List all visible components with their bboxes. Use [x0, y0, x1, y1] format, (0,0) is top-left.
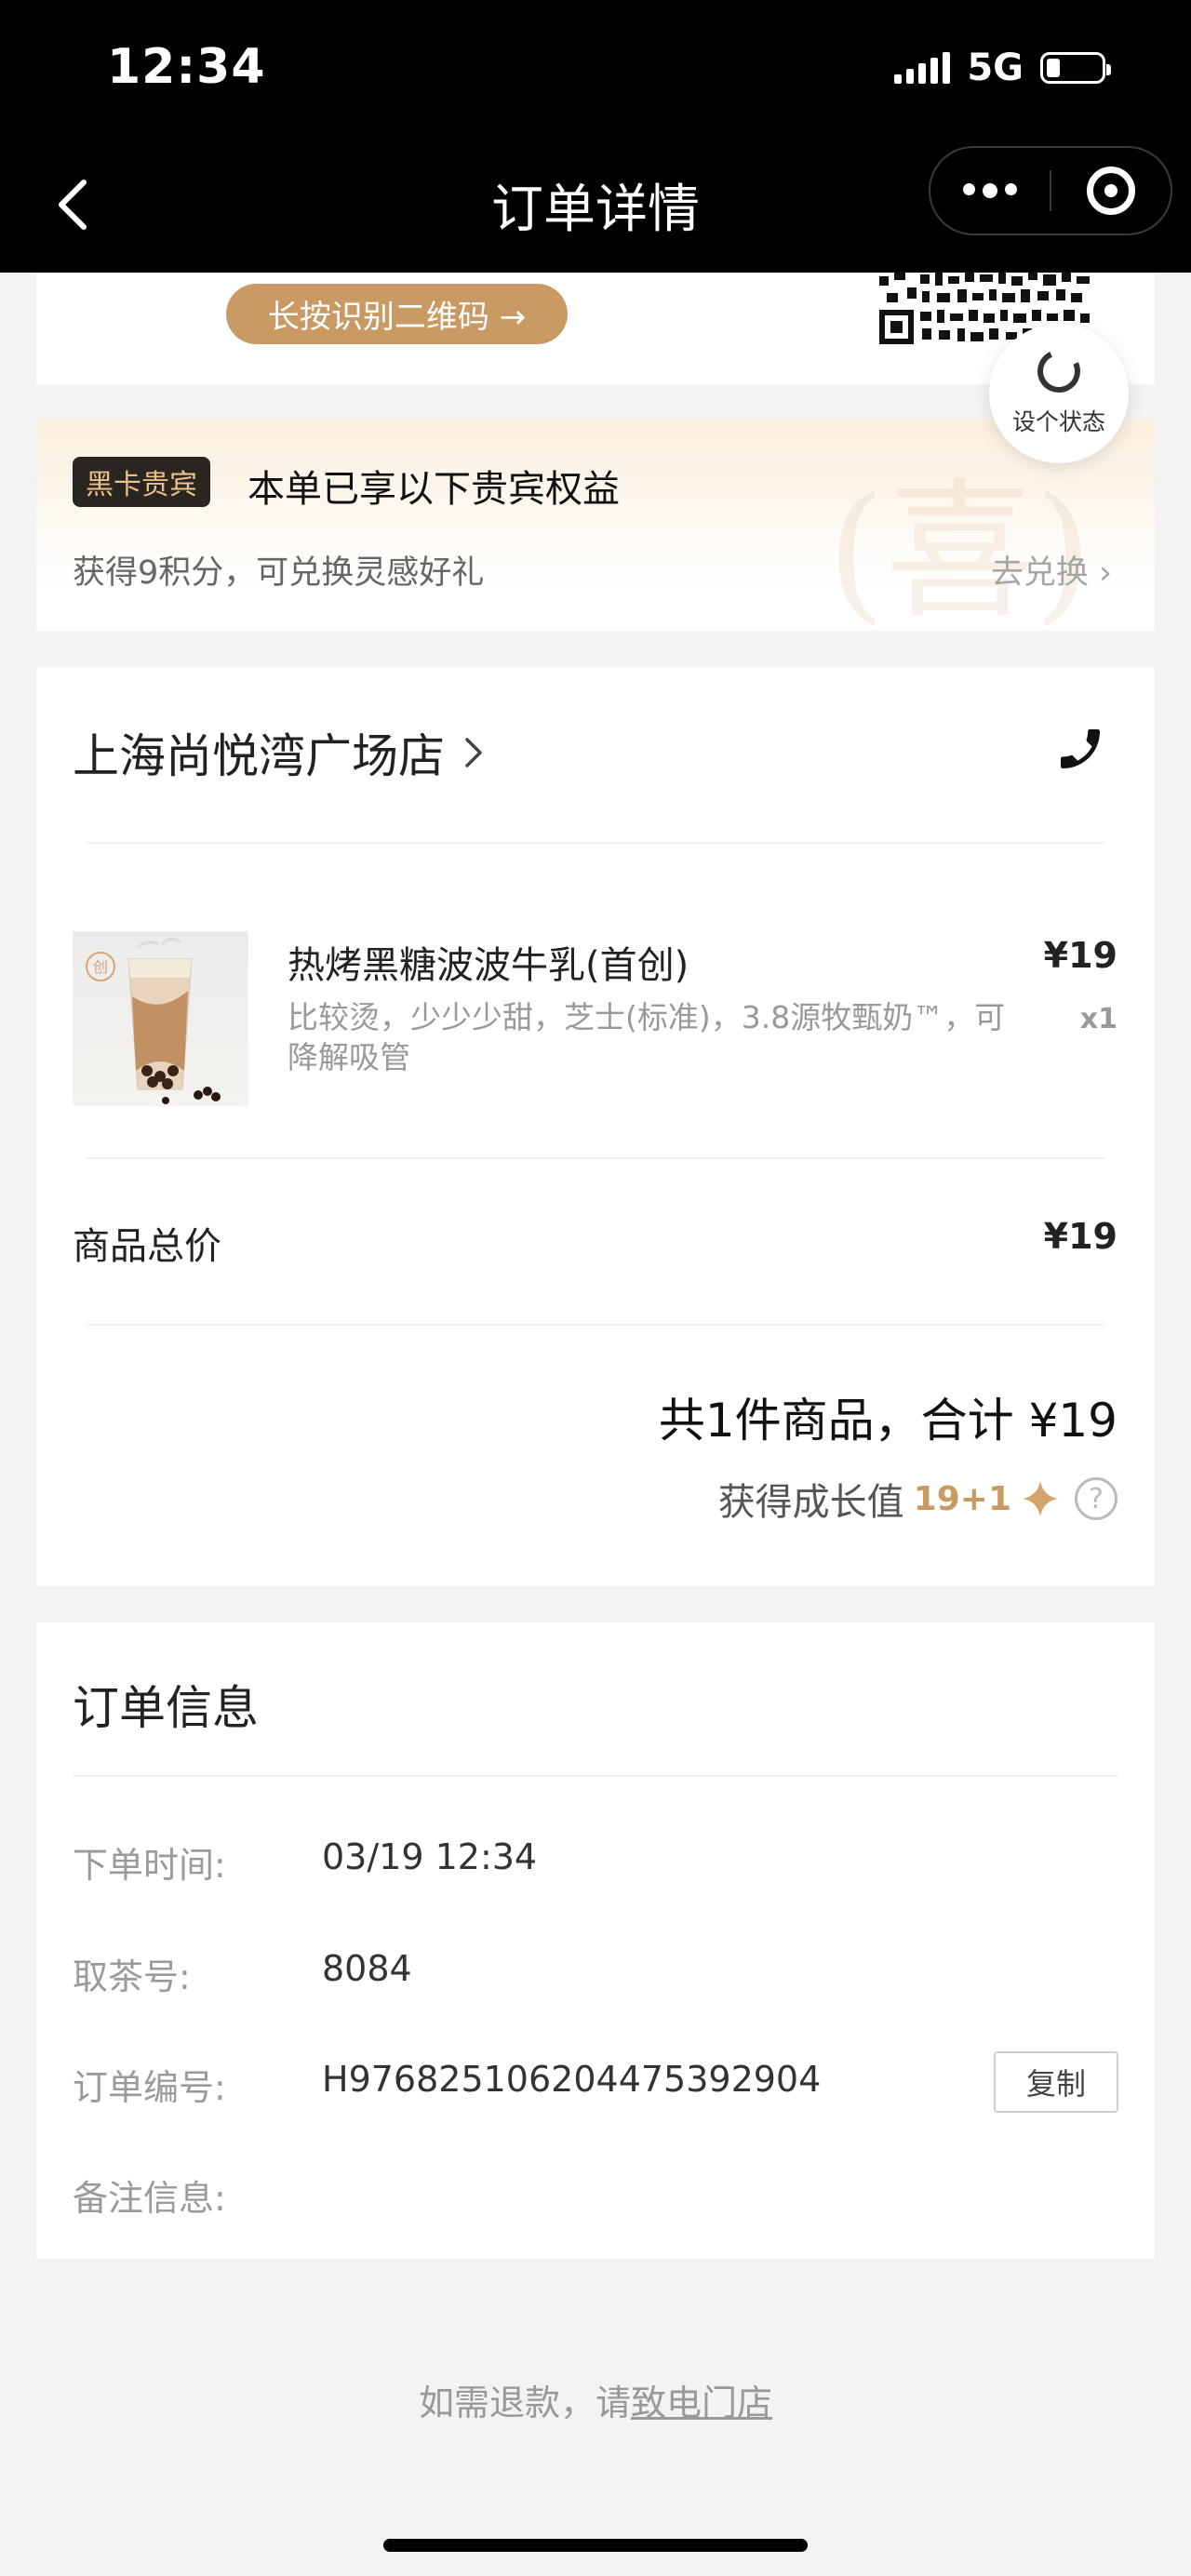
order-time-label: 下单时间:: [73, 1845, 226, 1886]
growth-value: 19+1: [913, 1479, 1011, 1518]
store-name: 上海尚悦湾广场店: [73, 729, 445, 783]
help-icon[interactable]: ?: [1075, 1477, 1117, 1520]
divider: [87, 1324, 1104, 1326]
product-quantity: x1: [1079, 1003, 1117, 1035]
qr-card: 长按识别二维码 →: [36, 273, 1155, 384]
sparkle-icon: [1023, 1481, 1058, 1516]
network-label: 5G: [967, 47, 1024, 89]
battery-icon: [1040, 52, 1111, 84]
mini-program-capsule: [929, 146, 1172, 235]
pickup-number-label: 取茶号:: [73, 1956, 191, 1997]
subtotal-value: ¥19: [1043, 1216, 1117, 1257]
status-time: 12:34: [107, 39, 266, 95]
product-spec: 比较烫，少少少甜，芝士(标准)，3.8源牧甄奶™，可降解吸管: [288, 999, 1006, 1075]
order-total: 共1件商品，合计 ¥19: [658, 1394, 1117, 1448]
pickup-number-value: 8084: [322, 1948, 412, 1989]
order-time-value: 03/19 12:34: [322, 1836, 538, 1877]
call-store-link[interactable]: 致电门店: [631, 2382, 772, 2423]
divider: [87, 842, 1104, 844]
qr-scan-button[interactable]: 长按识别二维码 →: [226, 284, 568, 344]
phone-icon[interactable]: [1054, 723, 1106, 775]
copy-order-number-button[interactable]: 复制: [994, 2051, 1118, 2113]
top-bar: 12:34 5G 订单详情: [0, 0, 1191, 273]
divider: [73, 1775, 1118, 1777]
subtotal-label: 商品总价: [73, 1225, 221, 1268]
order-card: 上海尚悦湾广场店 创 热烤黑糖波波牛乳(首创) 比较烫，少少少甜，芝士(标准)，…: [36, 667, 1155, 1586]
refresh-icon: [1031, 343, 1087, 399]
order-number-value: H976825106204475392904: [322, 2059, 822, 2100]
redeem-link[interactable]: 去兑换 ›: [991, 546, 1112, 594]
vip-badge: 黑卡贵宾: [73, 457, 210, 507]
status-icons: 5G: [894, 47, 1111, 89]
target-icon[interactable]: [1051, 167, 1171, 215]
home-indicator[interactable]: [383, 2539, 808, 2552]
divider: [87, 1157, 1104, 1159]
product-price: ¥19: [1043, 935, 1117, 976]
order-info-title: 订单信息: [73, 1681, 259, 1735]
set-status-button[interactable]: 设个状态: [989, 324, 1129, 463]
chevron-right-icon: ›: [1099, 554, 1112, 592]
refund-prefix: 如需退款，请: [418, 2382, 631, 2423]
store-name-link[interactable]: 上海尚悦湾广场店: [73, 719, 486, 786]
vip-title: 本单已享以下贵宾权益: [248, 468, 620, 511]
order-info-card: 订单信息 下单时间: 03/19 12:34 取茶号: 8084 订单编号: H…: [36, 1622, 1155, 2259]
more-icon[interactable]: [930, 183, 1050, 198]
order-number-label: 订单编号:: [73, 2067, 226, 2108]
growth-value-row: 获得成长值 19+1 ?: [718, 1472, 1117, 1526]
product-badge: 创: [93, 958, 108, 976]
signal-icon: [894, 52, 951, 84]
chevron-right-icon: [465, 738, 482, 767]
product-image[interactable]: 创: [73, 931, 248, 1106]
product-name: 热烤黑糖波波牛乳(首创): [288, 944, 689, 987]
growth-label: 获得成长值: [717, 1481, 904, 1524]
vip-points-desc: 获得9积分，可兑换灵感好礼: [73, 554, 485, 592]
remark-label: 备注信息:: [73, 2178, 226, 2219]
set-status-label: 设个状态: [1011, 408, 1105, 435]
refund-note: 如需退款，请致电门店: [0, 2374, 1191, 2425]
redeem-link-label: 去兑换: [990, 554, 1089, 592]
vip-benefits-card: (喜) 黑卡贵宾 本单已享以下贵宾权益 获得9积分，可兑换灵感好礼 去兑换 ›: [36, 420, 1155, 631]
